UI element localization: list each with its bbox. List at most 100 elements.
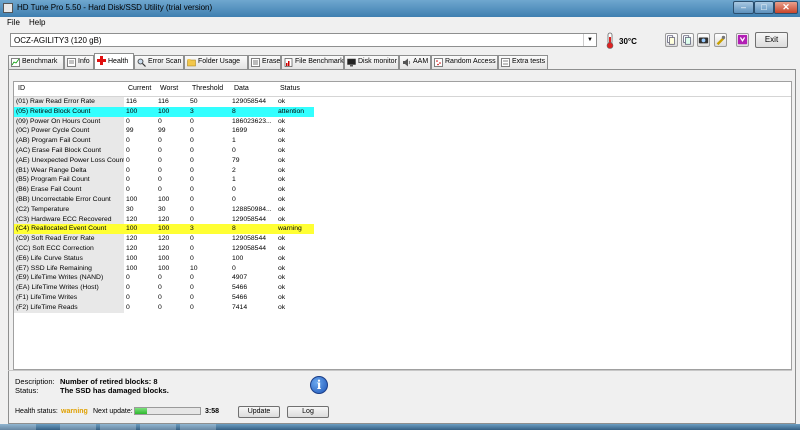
options-icon[interactable] [714,33,727,47]
tab-disk-monitor[interactable]: Disk monitor [344,55,399,69]
cell-id: (0C) Power Cycle Count [16,127,90,135]
title-bar[interactable]: HD Tune Pro 5.50 - Hard Disk/SSD Utility… [0,0,800,17]
cell-worst: 99 [158,127,166,135]
column-header-data[interactable]: Data [234,85,249,92]
tab-random-access[interactable]: Random Access [431,55,498,69]
cell-status: ok [278,254,286,262]
table-row[interactable]: (01) Raw Read Error Rate 116 116 50 12905854… [14,97,314,107]
column-header-current[interactable]: Current [128,85,151,92]
table-row[interactable]: (C4) Reallocated Event Count 100 100 3 8 warn… [14,224,314,235]
table-row[interactable]: (B5) Program Fail Count 0 0 0 1 ok [14,175,314,186]
table-row[interactable]: (EA) LifeTime Writes (Host) 0 0 0 5466 ok [14,283,314,293]
drive-select-value: OCZ-AGILITY3 (120 gB) [14,36,102,45]
column-header-worst[interactable]: Worst [160,85,178,92]
update-button[interactable]: Update [238,406,280,418]
smart-attribute-list[interactable]: ID Current Worst Threshold Data Status (… [13,81,792,370]
progress-fill [135,408,147,414]
info-circle-icon: i [310,376,328,394]
table-row[interactable]: (F1) LifeTime Writes 0 0 0 5466 ok [14,292,314,303]
cell-worst: 0 [158,146,162,154]
cell-worst: 0 [158,117,162,125]
tab-label: Random Access [445,58,496,65]
exit-button[interactable]: Exit [755,32,788,48]
cell-current: 0 [126,117,130,125]
table-row[interactable]: (F2) LifeTime Reads 0 0 0 7414 ok [14,302,314,313]
cell-data: 0 [232,264,236,272]
minimize-button[interactable]: – [733,1,754,14]
cell-data: 0 [232,186,236,194]
cell-threshold: 0 [190,284,194,292]
column-header-threshold[interactable]: Threshold [192,85,223,92]
benchmark-icon [11,58,20,67]
tab-info[interactable]: Info [64,55,94,69]
menu-help[interactable]: Help [29,18,45,27]
tab-health[interactable]: Health [94,53,134,69]
table-row[interactable]: (0C) Power Cycle Count 99 99 0 1699 ok [14,126,314,137]
table-row[interactable]: (E7) SSD Life Remaining 100 100 10 0 ok [14,263,314,274]
maximize-button[interactable]: □ [754,1,774,14]
thermometer-icon [606,32,614,49]
table-row[interactable]: (AE) Unexpected Power Loss Count 0 0 0 79 ok [14,155,314,166]
tab-file-benchmark[interactable]: File Benchmark [281,55,344,69]
tab-error-scan[interactable]: Error Scan [134,55,184,69]
column-header-status[interactable]: Status [280,85,300,92]
erase-icon [251,58,260,67]
cell-threshold: 3 [190,107,194,115]
close-button[interactable]: ✕ [774,1,798,14]
taskbar-item[interactable] [60,424,96,430]
table-row[interactable]: (AB) Program Fail Count 0 0 0 1 ok [14,136,314,146]
table-row[interactable]: (05) Retired Block Count 100 100 3 8 attentio… [14,106,314,117]
table-row[interactable]: (E6) Life Curve Status 100 100 0 100 ok [14,253,314,264]
cell-threshold: 0 [190,254,194,262]
tab-extra-tests[interactable]: Extra tests [498,55,548,69]
table-row[interactable]: (CC) Soft ECC Correction 120 120 0 129058544… [14,243,314,254]
table-row[interactable]: (C9) Soft Read Error Rate 120 120 0 12905854… [14,234,314,244]
table-row[interactable]: (B6) Erase Fail Count 0 0 0 0 ok [14,185,314,195]
table-row[interactable]: (C2) Temperature 30 30 0 128850984... ok [14,204,314,215]
health-cross-icon [97,56,106,65]
column-header-id[interactable]: ID [18,85,25,92]
taskbar [0,424,800,430]
tab-folder-usage[interactable]: Folder Usage [184,55,248,69]
tab-benchmark[interactable]: Benchmark [8,55,64,69]
table-row[interactable]: (09) Power On Hours Count 0 0 0 186023623...… [14,116,314,127]
drive-select[interactable]: OCZ-AGILITY3 (120 gB) ▼ [10,33,597,47]
health-status-label: Health status: [15,408,58,415]
cell-data: 129058544 [232,98,267,105]
description-value: Number of retired blocks: 8 [60,377,158,386]
cell-current: 100 [126,107,138,115]
tab-erase[interactable]: Erase [248,55,281,69]
cell-data: 5466 [232,284,248,292]
tab-label: Folder Usage [198,58,241,65]
table-row[interactable]: (C3) Hardware ECC Recovered 120 120 0 129058… [14,214,314,225]
cell-current: 0 [126,303,130,311]
cell-current: 0 [126,293,130,301]
list-rows: (01) Raw Read Error Rate 116 116 50 12905854… [14,97,314,313]
tab-aam[interactable]: AAM [399,55,431,69]
cell-data: 129058544 [232,215,267,223]
taskbar-item[interactable] [100,424,136,430]
taskbar-item[interactable] [180,424,216,430]
cell-status: ok [278,205,286,213]
cell-data: 8 [232,225,236,233]
app-window: HD Tune Pro 5.50 - Hard Disk/SSD Utility… [0,0,800,424]
tab-label: File Benchmark [295,58,344,65]
save-icon[interactable] [736,33,749,47]
cell-threshold: 0 [190,166,194,174]
copy-info-icon[interactable] [681,33,694,47]
cell-worst: 0 [158,284,162,292]
taskbar-item[interactable] [140,424,176,430]
table-row[interactable]: (E9) LifeTime Writes (NAND) 0 0 0 4907 ok [14,273,314,284]
start-button[interactable] [0,424,36,430]
toolbar: OCZ-AGILITY3 (120 gB) ▼ 30°C Exit [0,29,800,53]
table-row[interactable]: (B1) Wear Range Delta 0 0 0 2 ok [14,165,314,176]
log-button[interactable]: Log [287,406,329,418]
cell-status: ok [278,166,286,174]
cell-threshold: 50 [190,98,198,105]
table-row[interactable]: (BB) Uncorrectable Error Count 100 100 0 0 ok [14,194,314,205]
table-row[interactable]: (AC) Erase Fail Block Count 0 0 0 0 ok [14,145,314,156]
menu-file[interactable]: File [7,18,20,27]
screenshot-icon[interactable] [697,33,710,47]
copy-text-icon[interactable] [665,33,678,47]
tab-label: Erase [262,58,281,65]
